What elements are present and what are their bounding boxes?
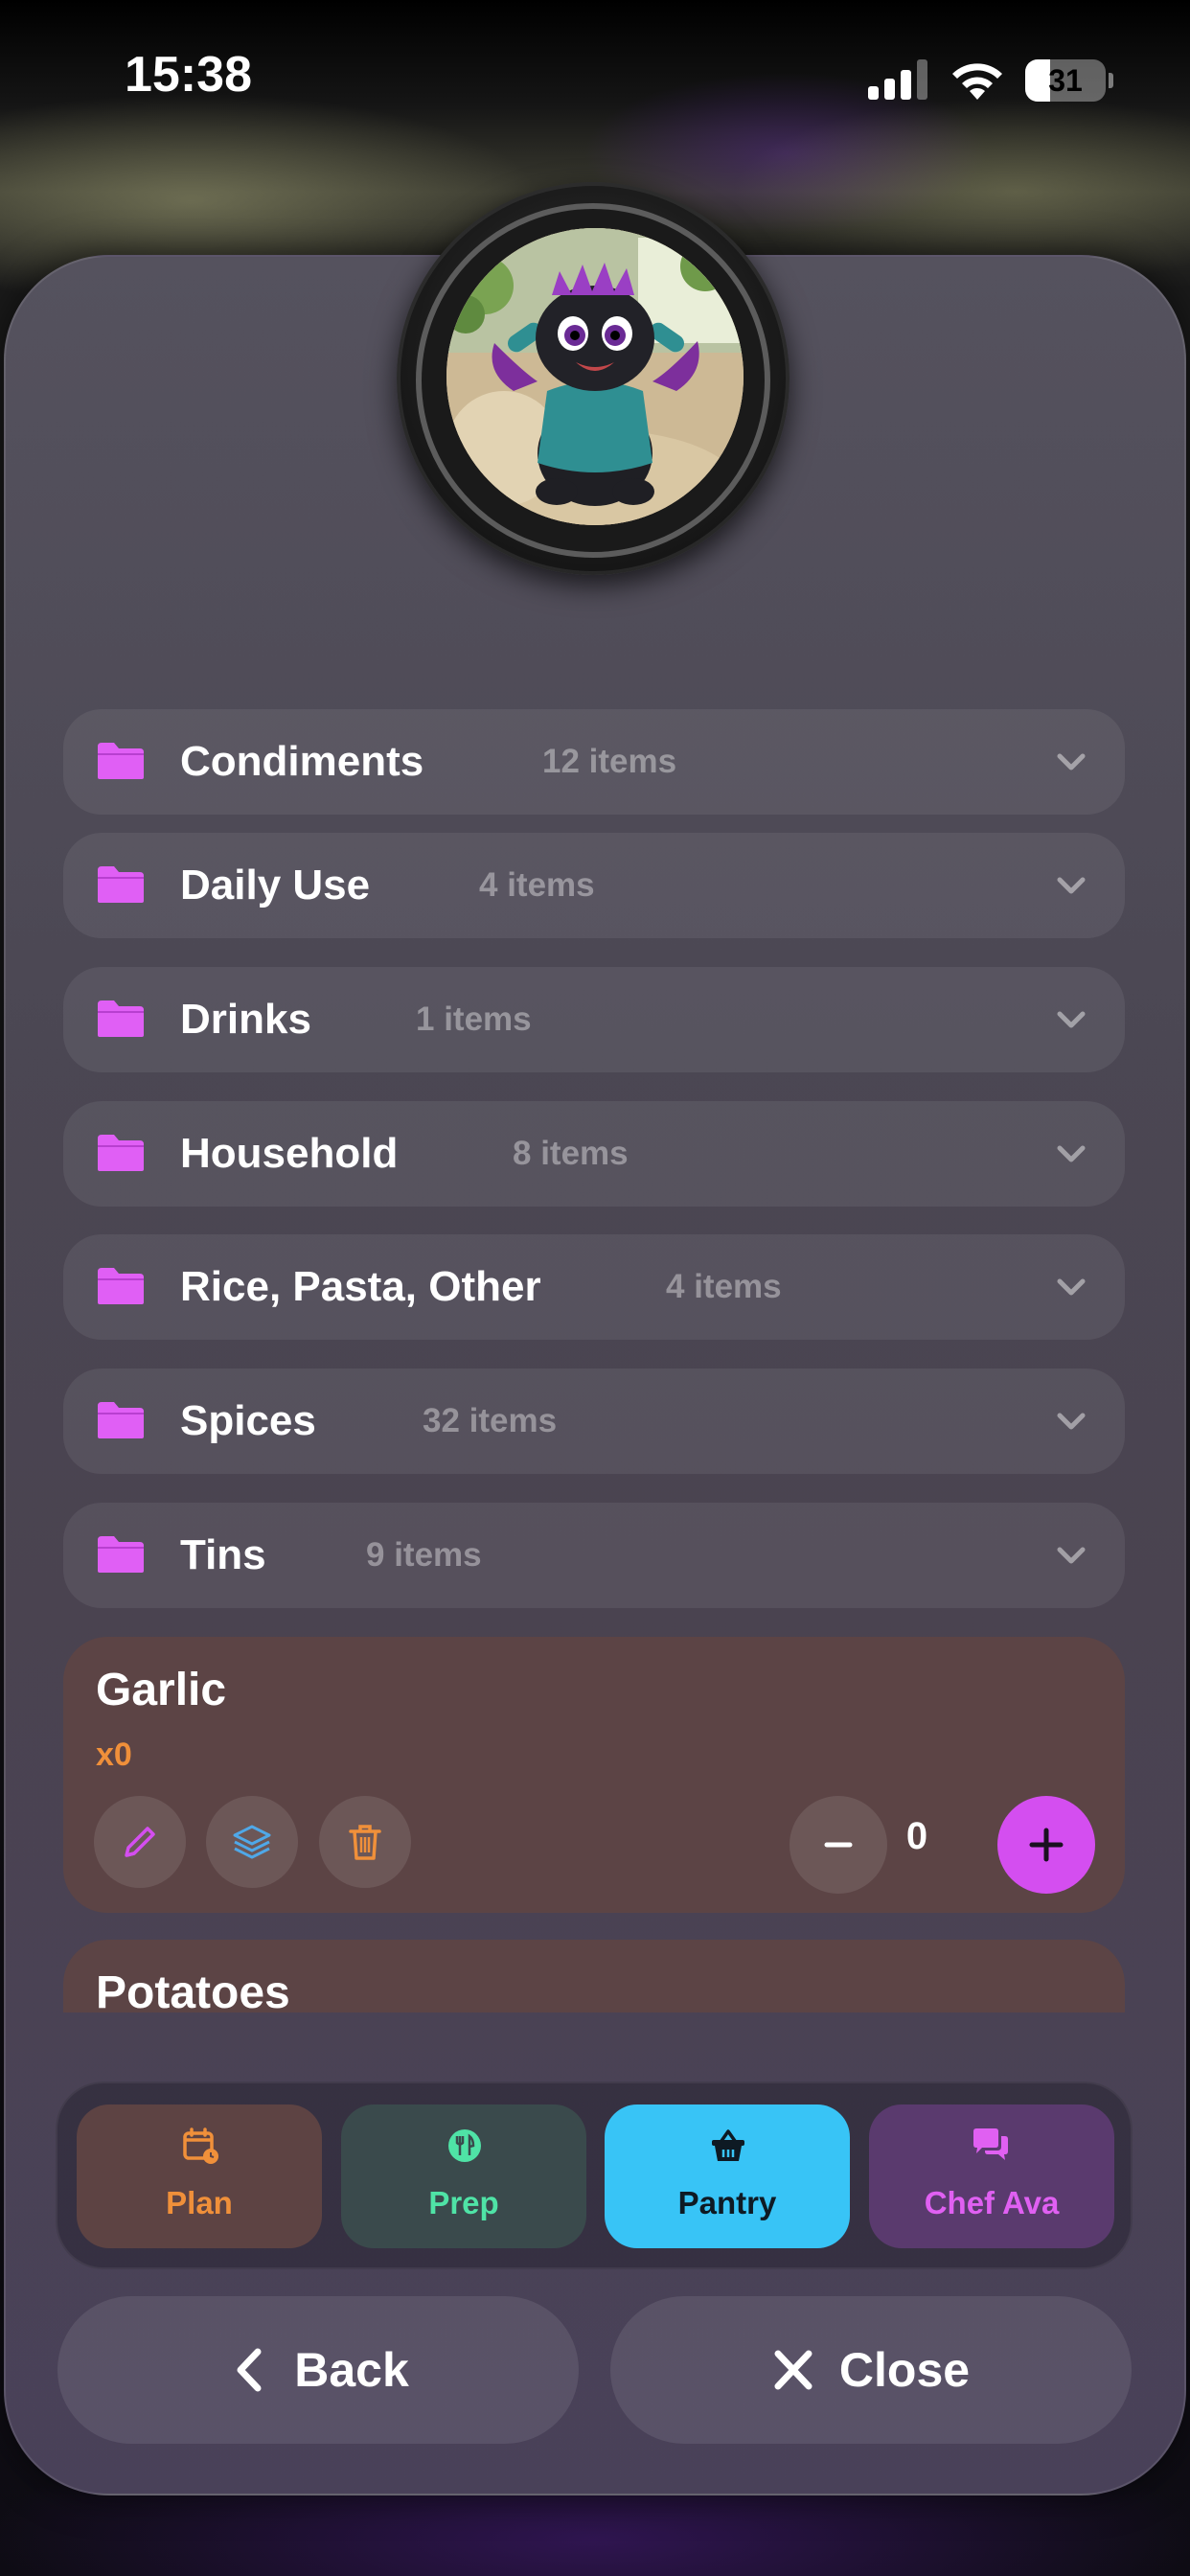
category-item-count: 8 items	[513, 1135, 629, 1172]
minus-icon	[824, 1842, 853, 1848]
category-item-count: 12 items	[542, 743, 677, 780]
tab-label: Prep	[428, 2185, 499, 2220]
close-button[interactable]: Close	[610, 2296, 1132, 2444]
layers-icon	[233, 1825, 271, 1859]
chevron-down-icon	[1057, 1011, 1086, 1028]
close-button-label: Close	[838, 2343, 971, 2397]
chevron-down-icon	[1057, 1413, 1086, 1430]
pantry-item-card: Garlic x0 0	[63, 1637, 1125, 1913]
chevron-down-icon	[1057, 1278, 1086, 1296]
category-name: Drinks	[180, 996, 311, 1043]
plus-icon	[1029, 1828, 1064, 1862]
decrease-quantity-button[interactable]	[790, 1796, 887, 1894]
dragon-avatar-image	[446, 228, 744, 525]
category-item-count: 9 items	[366, 1536, 482, 1574]
tab-prep[interactable]: Prep	[341, 2104, 586, 2248]
tab-label: Pantry	[677, 2185, 777, 2220]
category-row[interactable]: Condiments 12 items	[63, 709, 1125, 815]
category-name: Daily Use	[180, 862, 371, 908]
tab-pantry[interactable]: Pantry	[605, 2104, 850, 2248]
pencil-icon	[125, 1827, 155, 1857]
trash-icon	[349, 1825, 381, 1860]
battery-icon: 31	[1025, 59, 1113, 102]
tab-label: Plan	[166, 2185, 233, 2220]
delete-item-button[interactable]	[319, 1796, 411, 1888]
category-row[interactable]: Rice, Pasta, Other 4 items	[63, 1234, 1125, 1340]
close-icon	[774, 2350, 812, 2390]
category-name: Household	[180, 1130, 399, 1177]
category-row[interactable]: Tins 9 items	[63, 1503, 1125, 1608]
category-item-count: 32 items	[423, 1402, 558, 1439]
category-row[interactable]: Spices 32 items	[63, 1368, 1125, 1474]
category-name: Rice, Pasta, Other	[180, 1263, 541, 1310]
edit-item-button[interactable]	[94, 1796, 186, 1888]
tab-chef-ava[interactable]: Chef Ava	[869, 2104, 1114, 2248]
category-name: Condiments	[180, 738, 424, 785]
folder-icon	[98, 1536, 144, 1573]
back-button-label: Back	[294, 2343, 409, 2397]
increase-quantity-button[interactable]	[997, 1796, 1095, 1894]
calendar-icon	[183, 2128, 218, 2164]
folder-icon	[98, 743, 144, 779]
category-row[interactable]: Drinks 1 items	[63, 967, 1125, 1072]
chevron-down-icon	[1057, 877, 1086, 894]
pantry-item-card: Potatoes	[63, 1940, 1125, 2012]
chevron-down-icon	[1057, 1547, 1086, 1564]
folder-icon	[98, 866, 144, 903]
chef-avatar[interactable]	[446, 228, 744, 525]
folder-icon	[98, 1000, 144, 1037]
status-bar: 15:38 31	[0, 0, 1190, 144]
folder-icon	[98, 1402, 144, 1438]
cellular-signal-icon	[868, 59, 929, 100]
category-item-count: 1 items	[416, 1000, 532, 1038]
quantity-value: 0	[905, 1815, 928, 1857]
back-button[interactable]: Back	[57, 2296, 579, 2444]
wifi-icon	[952, 63, 1002, 100]
tab-plan[interactable]: Plan	[77, 2104, 322, 2248]
utensils-icon	[448, 2129, 481, 2162]
chevron-down-icon	[1057, 1145, 1086, 1162]
basket-icon	[712, 2129, 744, 2161]
category-row[interactable]: Daily Use 4 items	[63, 833, 1125, 938]
item-name: Potatoes	[96, 1967, 290, 2012]
battery-percentage: 31	[1048, 63, 1083, 98]
category-item-count: 4 items	[666, 1268, 782, 1305]
variants-button[interactable]	[206, 1796, 298, 1888]
chevron-down-icon	[1057, 753, 1086, 770]
chevron-left-icon	[237, 2348, 262, 2392]
chat-bubbles-icon	[973, 2128, 1008, 2160]
item-quantity-label: x0	[96, 1736, 132, 1773]
category-name: Tins	[180, 1531, 266, 1578]
category-item-count: 4 items	[479, 866, 595, 904]
folder-icon	[98, 1268, 144, 1304]
item-name: Garlic	[96, 1665, 227, 1715]
category-row[interactable]: Household 8 items	[63, 1101, 1125, 1207]
status-time: 15:38	[125, 47, 252, 103]
tab-label: Chef Ava	[924, 2185, 1060, 2220]
category-name: Spices	[180, 1397, 316, 1444]
folder-icon	[98, 1135, 144, 1171]
